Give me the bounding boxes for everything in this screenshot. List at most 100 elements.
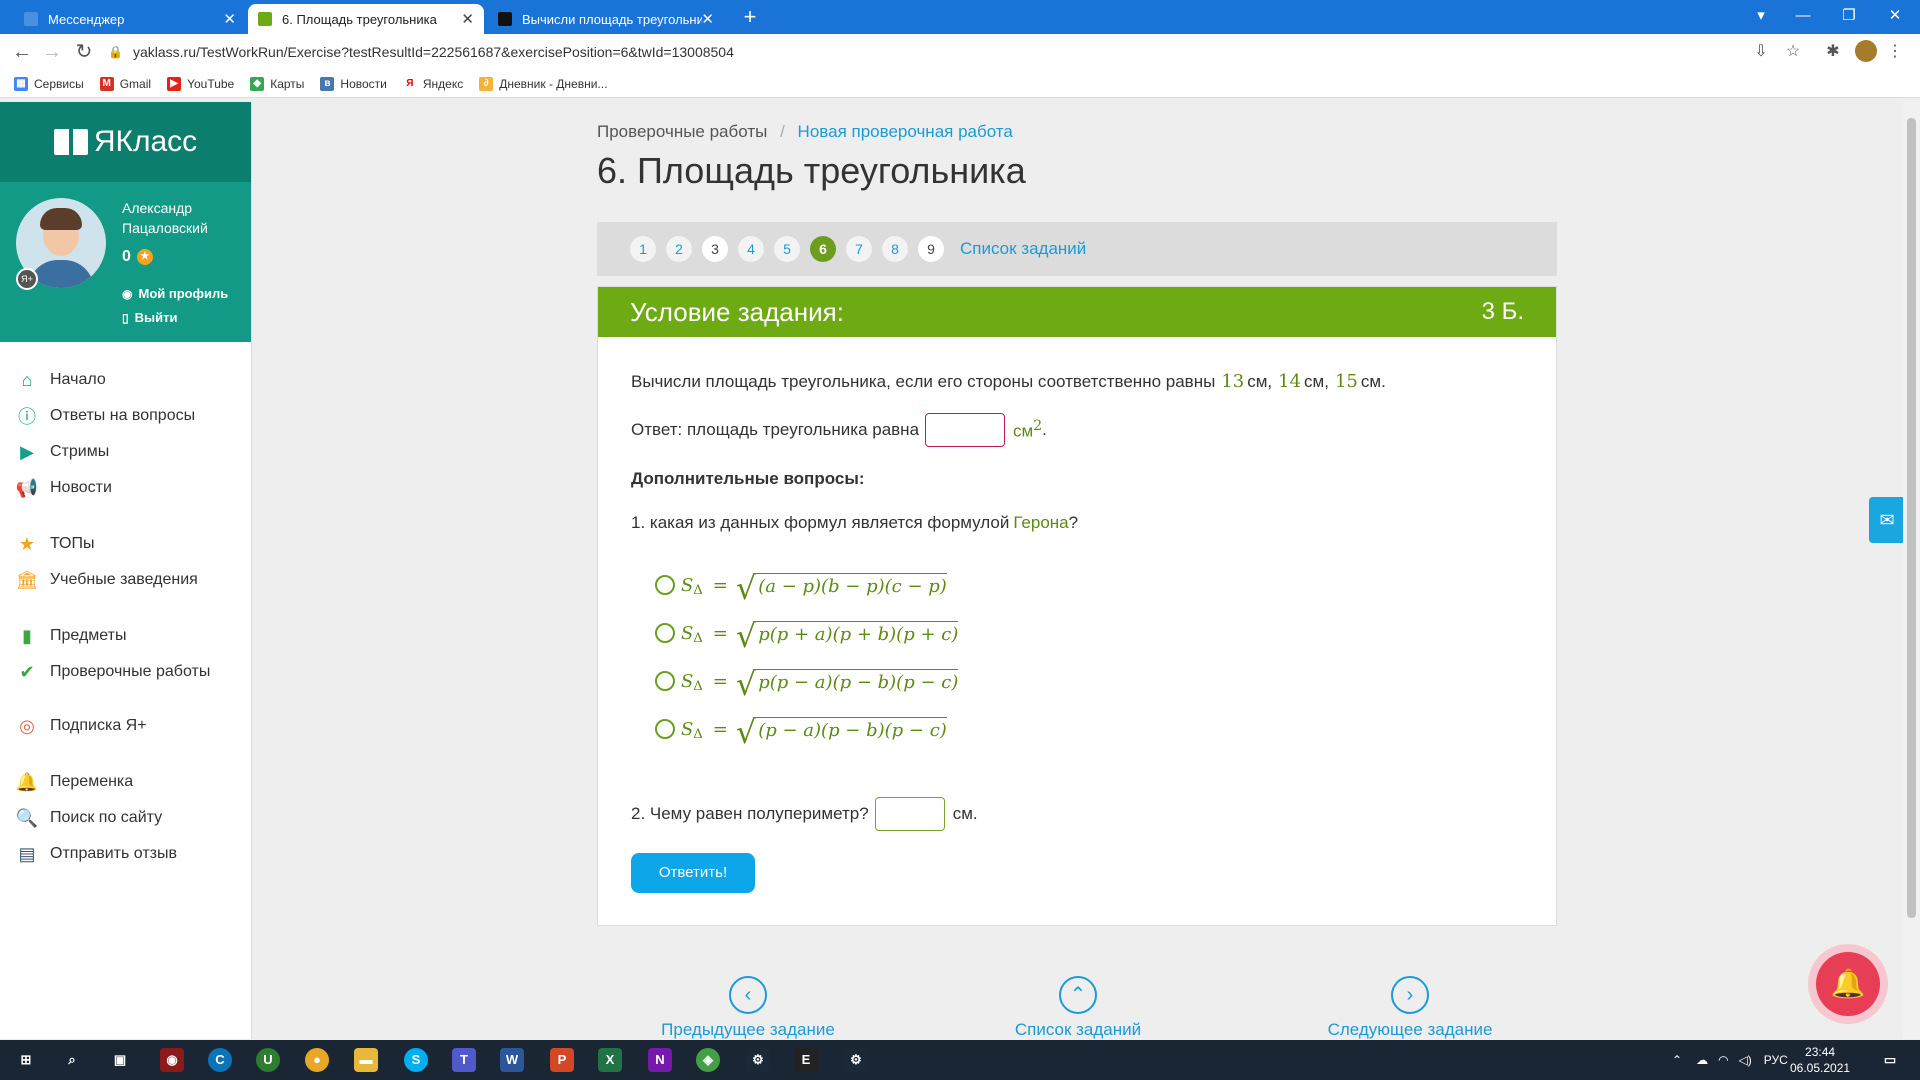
task-list-link[interactable]: Список заданий — [960, 239, 1086, 259]
sidebar-item-streams[interactable]: ▶ Стримы — [16, 440, 109, 464]
task-list-bottom-link[interactable]: ⌃ Список заданий — [1000, 976, 1156, 1040]
word-icon[interactable]: W — [500, 1048, 524, 1072]
sidebar-item-search[interactable]: 🔍 Поиск по сайту — [16, 806, 162, 830]
back-icon[interactable]: ← — [8, 38, 36, 66]
logout-link[interactable]: ▯ Выйти — [122, 310, 177, 325]
powerpoint-icon[interactable]: P — [550, 1048, 574, 1072]
taskbar-clock[interactable]: 23:44 06.05.2021 — [1790, 1044, 1850, 1076]
page-7[interactable]: 7 — [846, 236, 872, 262]
network-icon[interactable]: ◠ — [1718, 1053, 1728, 1067]
page-scrollbar[interactable] — [1903, 102, 1920, 1039]
page-9[interactable]: 9 — [918, 236, 944, 262]
cloud-icon[interactable]: ☁ — [1696, 1053, 1708, 1067]
sidebar-item-tops[interactable]: ★ ТОПы — [16, 532, 95, 556]
semiperimeter-input[interactable] — [874, 797, 945, 831]
close-icon[interactable]: ✕ — [461, 10, 474, 28]
close-icon[interactable]: ✕ — [701, 10, 714, 28]
extensions-icon[interactable]: ✱ — [1822, 41, 1844, 63]
radio-option-4[interactable] — [655, 719, 675, 739]
install-icon[interactable]: ⇩ — [1750, 41, 1772, 63]
bookmarks-bar: ▦ Сервисы M Gmail ▶ YouTube ◆ Карты в Новости… — [0, 70, 1920, 98]
minimize-icon[interactable]: — — [1780, 0, 1826, 34]
epic-games-icon[interactable]: E — [794, 1048, 818, 1072]
megaphone-icon: 📢 — [15, 477, 39, 498]
radio-option-1[interactable] — [655, 575, 675, 595]
page-5[interactable]: 5 — [774, 236, 800, 262]
tray-up-icon[interactable]: ⌃ — [1672, 1053, 1682, 1067]
skype-icon[interactable]: S — [404, 1048, 428, 1072]
onenote-icon[interactable]: N — [648, 1048, 672, 1072]
restore-icon[interactable]: ❐ — [1826, 0, 1872, 34]
window-close-icon[interactable]: ✕ — [1872, 0, 1918, 34]
new-tab-button[interactable]: + — [736, 4, 764, 30]
close-icon[interactable]: ✕ — [223, 10, 236, 28]
tab-yaklass-task[interactable]: 6. Площадь треугольника ✕ — [248, 4, 484, 34]
bookmark-gmail[interactable]: M Gmail — [99, 76, 151, 91]
submit-answer-button[interactable]: Ответить! — [631, 853, 755, 893]
profile-menu-icon[interactable]: ▾ — [1738, 0, 1784, 34]
page-1[interactable]: 1 — [630, 236, 656, 262]
notification-bell-button[interactable]: 🔔 — [1808, 944, 1888, 1024]
next-task-link[interactable]: › Следующее задание — [1320, 976, 1500, 1040]
tab-messenger[interactable]: Мессенджер ✕ — [14, 4, 246, 34]
formula-option-3[interactable]: S Δ = √ p(p − a)(p − b)(p − c) — [655, 665, 959, 700]
formula-option-1[interactable]: S Δ = √ (a − p)(b − p)(c − p) — [655, 569, 947, 604]
radio-option-3[interactable] — [655, 671, 675, 691]
windows-start-icon[interactable]: ⊞ — [14, 1048, 38, 1072]
page-3[interactable]: 3 — [702, 236, 728, 262]
tab-znanija[interactable]: Вычисли площадь треугольни… ✕ — [488, 4, 724, 34]
page-4[interactable]: 4 — [738, 236, 764, 262]
bookmark-maps[interactable]: ◆ Карты — [250, 76, 304, 91]
bookmark-star-icon[interactable]: ☆ — [1782, 41, 1804, 63]
sidebar-item-schools[interactable]: 🏛 Учебные заведения — [16, 568, 198, 592]
menu-kebab-icon[interactable]: ⋮ — [1884, 41, 1906, 63]
formula-option-4[interactable]: S Δ = √ (p − a)(p − b)(p − c) — [655, 713, 947, 748]
scrollbar-thumb[interactable] — [1907, 118, 1916, 918]
steam-icon[interactable]: ⚙ — [746, 1048, 770, 1072]
task-view-icon[interactable]: ▣ — [108, 1048, 132, 1072]
explorer-folder-icon[interactable]: ▬ — [354, 1048, 378, 1072]
sidebar-item-tests[interactable]: ✔ Проверочные работы — [16, 660, 210, 684]
reload-icon[interactable]: ↻ — [70, 38, 98, 66]
forward-icon[interactable]: → — [38, 38, 66, 66]
bookmark-yandex[interactable]: Я Яндекс — [402, 76, 463, 91]
browser-profile-avatar[interactable] — [1855, 40, 1877, 62]
bookmark-vk-news[interactable]: в Новости — [320, 76, 387, 91]
chrome-icon[interactable]: ● — [305, 1048, 329, 1072]
teams-icon[interactable]: T — [452, 1048, 476, 1072]
breadcrumb-current-link[interactable]: Новая проверочная работа — [798, 122, 1013, 141]
my-profile-link[interactable]: ◉ Мой профиль — [122, 286, 228, 301]
address-bar[interactable]: 🔒 yaklass.ru/TestWorkRun/Exercise?testRe… — [108, 38, 1788, 66]
mail-feedback-icon[interactable]: ✉ — [1869, 497, 1905, 543]
page-8[interactable]: 8 — [882, 236, 908, 262]
sidebar-item-home[interactable]: ⌂ Начало — [16, 368, 106, 392]
volume-icon[interactable]: ◁) — [1739, 1053, 1752, 1067]
prev-task-link[interactable]: ‹ Предыдущее задание — [660, 976, 836, 1040]
page-6-current[interactable]: 6 — [810, 236, 836, 262]
sidebar-item-subjects[interactable]: ▮ Предметы — [16, 624, 126, 648]
language-indicator[interactable]: РУС — [1764, 1053, 1788, 1067]
app-icon-u[interactable]: U — [256, 1048, 280, 1072]
bookmark-services[interactable]: ▦ Сервисы — [14, 76, 84, 91]
app-icon-green[interactable]: ◈ — [696, 1048, 720, 1072]
search-icon[interactable]: ⌕ — [60, 1048, 84, 1072]
bookmark-youtube[interactable]: ▶ YouTube — [167, 76, 234, 91]
page-2[interactable]: 2 — [666, 236, 692, 262]
sidebar-item-break[interactable]: 🔔 Переменка — [16, 770, 133, 794]
sidebar-item-news[interactable]: 📢 Новости — [16, 476, 112, 500]
sidebar-item-subscription[interactable]: ◎ Подписка Я+ — [16, 714, 146, 738]
area-answer-input[interactable] — [925, 413, 1006, 447]
bookmark-dnevnik[interactable]: ∂ Дневник - Дневни... — [479, 76, 607, 91]
sidebar-item-answers[interactable]: ⓘ Ответы на вопросы — [16, 404, 195, 428]
breadcrumb-tests-link[interactable]: Проверочные работы — [597, 122, 767, 141]
excel-icon[interactable]: X — [598, 1048, 622, 1072]
app-icon-c[interactable]: C — [208, 1048, 232, 1072]
heron-link[interactable]: Герона — [1013, 513, 1068, 533]
notifications-icon[interactable]: ▭ — [1878, 1048, 1902, 1072]
steam-running-icon[interactable]: ⚙ — [844, 1048, 868, 1072]
sidebar-item-feedback[interactable]: ▤ Отправить отзыв — [16, 842, 177, 866]
radio-option-2[interactable] — [655, 623, 675, 643]
formula-option-2[interactable]: S Δ = √ p(p + a)(p + b)(p + c) — [655, 617, 959, 652]
app-icon-red[interactable]: ◉ — [160, 1048, 184, 1072]
site-logo[interactable]: ЯКласс — [0, 102, 251, 182]
